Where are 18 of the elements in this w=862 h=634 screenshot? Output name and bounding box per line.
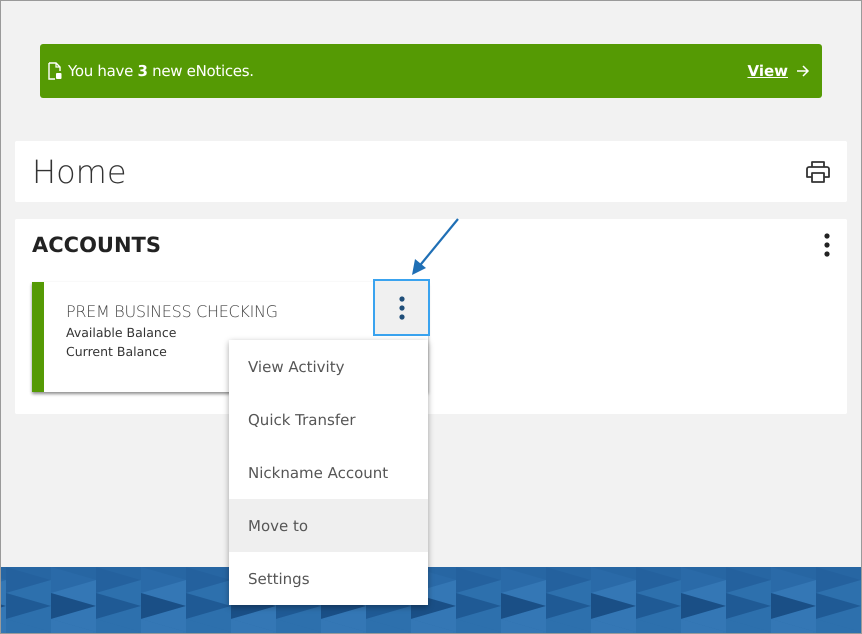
balance-label: Available Balance: [66, 325, 176, 340]
menu-item[interactable]: Settings: [229, 552, 428, 605]
kebab-icon: [824, 233, 830, 257]
kebab-icon: [398, 296, 404, 320]
notice-text: You have 3 new eNotices.: [68, 62, 255, 80]
more-options-button[interactable]: [824, 233, 830, 257]
menu-item[interactable]: Nickname Account: [229, 446, 428, 499]
balance-label: Current Balance: [66, 344, 167, 359]
menu-item[interactable]: Move to: [229, 499, 428, 552]
account-name: PREM BUSINESS CHECKING: [66, 302, 278, 321]
arrow-right-icon: [796, 64, 810, 78]
annotation-arrow: [409, 217, 461, 277]
menu-item[interactable]: View Activity: [229, 340, 428, 393]
print-icon[interactable]: [805, 160, 831, 184]
page-title: Home: [32, 152, 128, 190]
section-title: ACCOUNTS: [32, 233, 162, 257]
menu-item[interactable]: Quick Transfer: [229, 393, 428, 446]
document-icon: [48, 62, 62, 80]
